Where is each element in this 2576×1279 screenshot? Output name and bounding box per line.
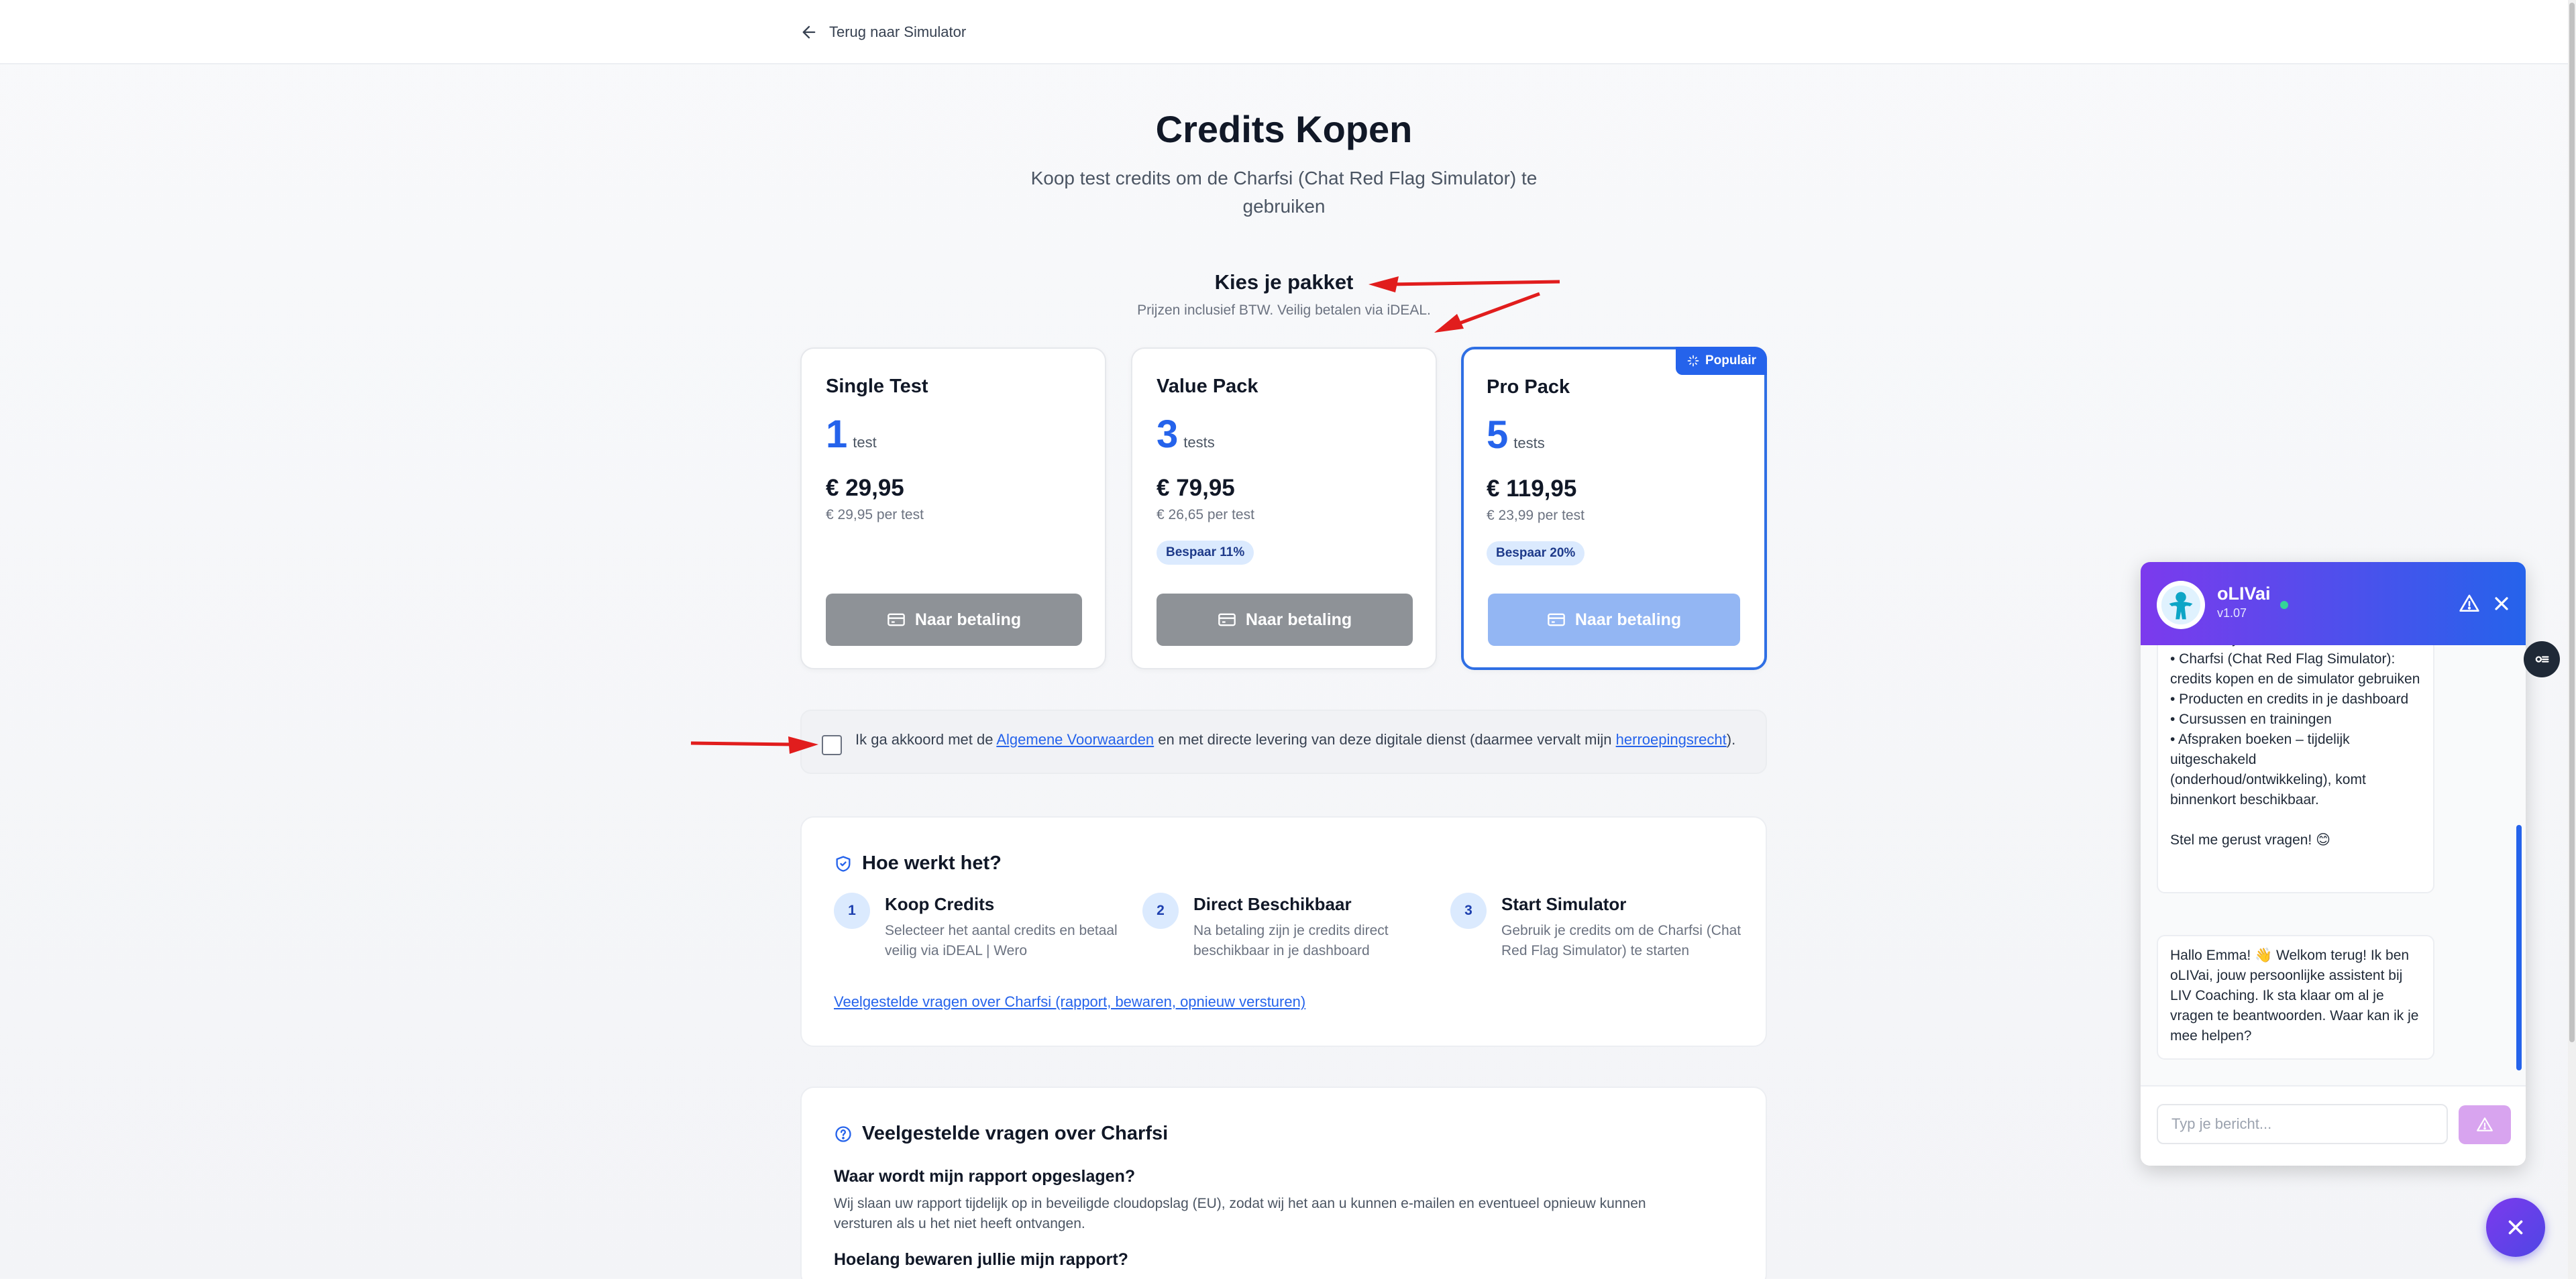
pay-button[interactable]: Naar betaling xyxy=(1488,594,1740,646)
package-per-test: € 29,95 per test xyxy=(826,507,924,522)
step-description: Selecteer het aantal credits en betaal v… xyxy=(885,923,1118,958)
annotation-arrow-checkbox xyxy=(690,736,818,754)
back-to-simulator-link[interactable]: Terug naar Simulator xyxy=(800,20,966,44)
faq-link[interactable]: Veelgestelde vragen over Charfsi (rappor… xyxy=(834,993,1305,1011)
package-price: € 79,95 xyxy=(1157,475,1235,501)
chat-scrollbar[interactable] xyxy=(2516,825,2522,1070)
faq-panel: Veelgestelde vragen over Charfsi Waar wo… xyxy=(800,1087,1767,1279)
send-button[interactable] xyxy=(2459,1105,2511,1144)
step-description: Gebruik je credits om de Charfsi (Chat R… xyxy=(1501,923,1741,958)
package-unit: tests xyxy=(1183,434,1215,451)
help-circle-icon xyxy=(835,1125,851,1142)
terms-link[interactable]: Algemene Voorwaarden xyxy=(996,731,1154,748)
top-bar: Terug naar Simulator xyxy=(0,0,2568,64)
withdrawal-link[interactable]: herroepingsrecht xyxy=(1616,731,1727,748)
side-tool-button[interactable] xyxy=(2524,641,2560,677)
package-count: 3 xyxy=(1157,412,1179,456)
shield-check-icon xyxy=(836,855,851,872)
popular-badge-label: Populair xyxy=(1705,353,1756,368)
step-number: 3 xyxy=(1450,893,1487,929)
step-title: Direct Beschikbaar xyxy=(1193,894,1352,914)
chat-message: Hallo Emma! 👋 Welkom terug! Ik ben oLIVa… xyxy=(2157,935,2434,1060)
package-per-test: € 23,99 per test xyxy=(1487,508,1585,523)
arrow-left-icon xyxy=(802,25,816,39)
faq-title: Veelgestelde vragen over Charfsi xyxy=(834,1123,1168,1145)
back-label: Terug naar Simulator xyxy=(829,23,967,40)
package-count: 1 xyxy=(826,412,848,456)
how-it-works-title: Hoe werkt het? xyxy=(834,852,1002,875)
step-number: 1 xyxy=(834,893,870,929)
faq-heading: Veelgestelde vragen over Charfsi xyxy=(862,1123,1169,1144)
pay-button[interactable]: Naar betaling xyxy=(826,594,1082,646)
terms-text: Ik ga akkoord met de Algemene Voorwaarde… xyxy=(855,731,1735,748)
how-it-works-panel: Hoe werkt het? 1 Koop Credits Selecteer … xyxy=(800,816,1767,1047)
terms-text-before: Ik ga akkoord met de xyxy=(855,731,997,748)
packages-title: Kies je pakket xyxy=(1214,270,1354,294)
package-name: Pro Pack xyxy=(1487,376,1570,398)
package-unit: test xyxy=(853,434,877,451)
package-count: 5 xyxy=(1487,413,1509,457)
credit-card-icon xyxy=(887,613,905,626)
step-description: Na betaling zijn je credits direct besch… xyxy=(1193,923,1389,958)
faq-question: Waar wordt mijn rapport opgeslagen? xyxy=(834,1167,1136,1186)
package-card-pro[interactable]: Populair Pro Pack 5 tests € 119,95 € 23,… xyxy=(1461,347,1767,670)
pay-button-label: Naar betaling xyxy=(1245,610,1352,629)
chat-message: LIV – wat je hier kunt: • Charfsi (Chat … xyxy=(2157,645,2434,893)
assistant-avatar-icon xyxy=(2161,585,2201,625)
terms-text-middle: en met directe levering van deze digital… xyxy=(1154,731,1616,748)
pay-button-label: Naar betaling xyxy=(914,610,1022,629)
warning-icon[interactable] xyxy=(2459,593,2480,614)
step-title: Koop Credits xyxy=(885,894,995,914)
chat-footer xyxy=(2141,1085,2526,1166)
terms-checkbox[interactable] xyxy=(822,735,842,755)
close-icon xyxy=(2508,1220,2523,1235)
package-unit: tests xyxy=(1513,435,1545,451)
send-icon xyxy=(2477,1117,2493,1131)
packages-subtitle: Prijzen inclusief BTW. Veilig betalen vi… xyxy=(1137,302,1431,318)
chat-input[interactable] xyxy=(2157,1104,2448,1144)
terms-agreement: Ik ga akkoord met de Algemene Voorwaarde… xyxy=(800,710,1767,774)
package-quantity: 3 tests xyxy=(1157,412,1215,457)
how-it-works-heading: Hoe werkt het? xyxy=(862,852,1002,874)
close-icon[interactable] xyxy=(2491,593,2512,614)
package-name: Value Pack xyxy=(1157,376,1258,397)
pay-button-label: Naar betaling xyxy=(1574,610,1682,629)
online-indicator xyxy=(2280,601,2288,609)
credit-card-icon xyxy=(1547,613,1565,626)
pay-button[interactable]: Naar betaling xyxy=(1157,594,1413,646)
page-scrollbar-thumb[interactable] xyxy=(2569,3,2575,1042)
tools-icon xyxy=(2535,656,2549,663)
package-card-single[interactable]: Single Test 1 test € 29,95 € 29,95 per t… xyxy=(800,347,1106,669)
package-price: € 119,95 xyxy=(1487,476,1577,502)
faq-answer: Wij slaan uw rapport tijdelijk op in bev… xyxy=(834,1196,1646,1231)
step-number: 2 xyxy=(1142,893,1179,929)
credit-card-icon xyxy=(1218,613,1236,626)
package-name: Single Test xyxy=(826,376,928,397)
chat-version: v1.07 xyxy=(2217,606,2247,620)
step-title: Start Simulator xyxy=(1501,894,1627,914)
package-per-test: € 26,65 per test xyxy=(1157,507,1254,522)
package-card-value[interactable]: Value Pack 3 tests € 79,95 € 26,65 per t… xyxy=(1131,347,1437,669)
chat-toggle-button[interactable] xyxy=(2486,1198,2545,1257)
savings-badge: Bespaar 11% xyxy=(1157,541,1254,565)
page-title: Credits Kopen xyxy=(1155,108,1413,150)
chat-widget: oLIVai v1.07 LIV – wat je hier kunt: • C… xyxy=(2141,562,2526,1166)
chat-header: oLIVai v1.07 xyxy=(2141,562,2526,645)
page-subtitle: Koop test credits om de Charfsi (Chat Re… xyxy=(1030,168,1538,217)
savings-badge: Bespaar 20% xyxy=(1487,541,1585,565)
terms-text-after: ). xyxy=(1726,731,1736,748)
package-quantity: 5 tests xyxy=(1487,412,1545,457)
annotation-arrow-subtitle xyxy=(1434,292,1540,333)
popular-badge: Populair xyxy=(1675,347,1767,375)
faq-question: Hoelang bewaren jullie mijn rapport? xyxy=(834,1250,1128,1269)
avatar xyxy=(2157,581,2205,629)
sparkle-icon xyxy=(1687,355,1699,367)
package-price: € 29,95 xyxy=(826,475,904,501)
chat-messages[interactable]: LIV – wat je hier kunt: • Charfsi (Chat … xyxy=(2141,645,2526,1085)
package-quantity: 1 test xyxy=(826,412,877,457)
chat-assistant-name: oLIVai xyxy=(2217,583,2271,604)
